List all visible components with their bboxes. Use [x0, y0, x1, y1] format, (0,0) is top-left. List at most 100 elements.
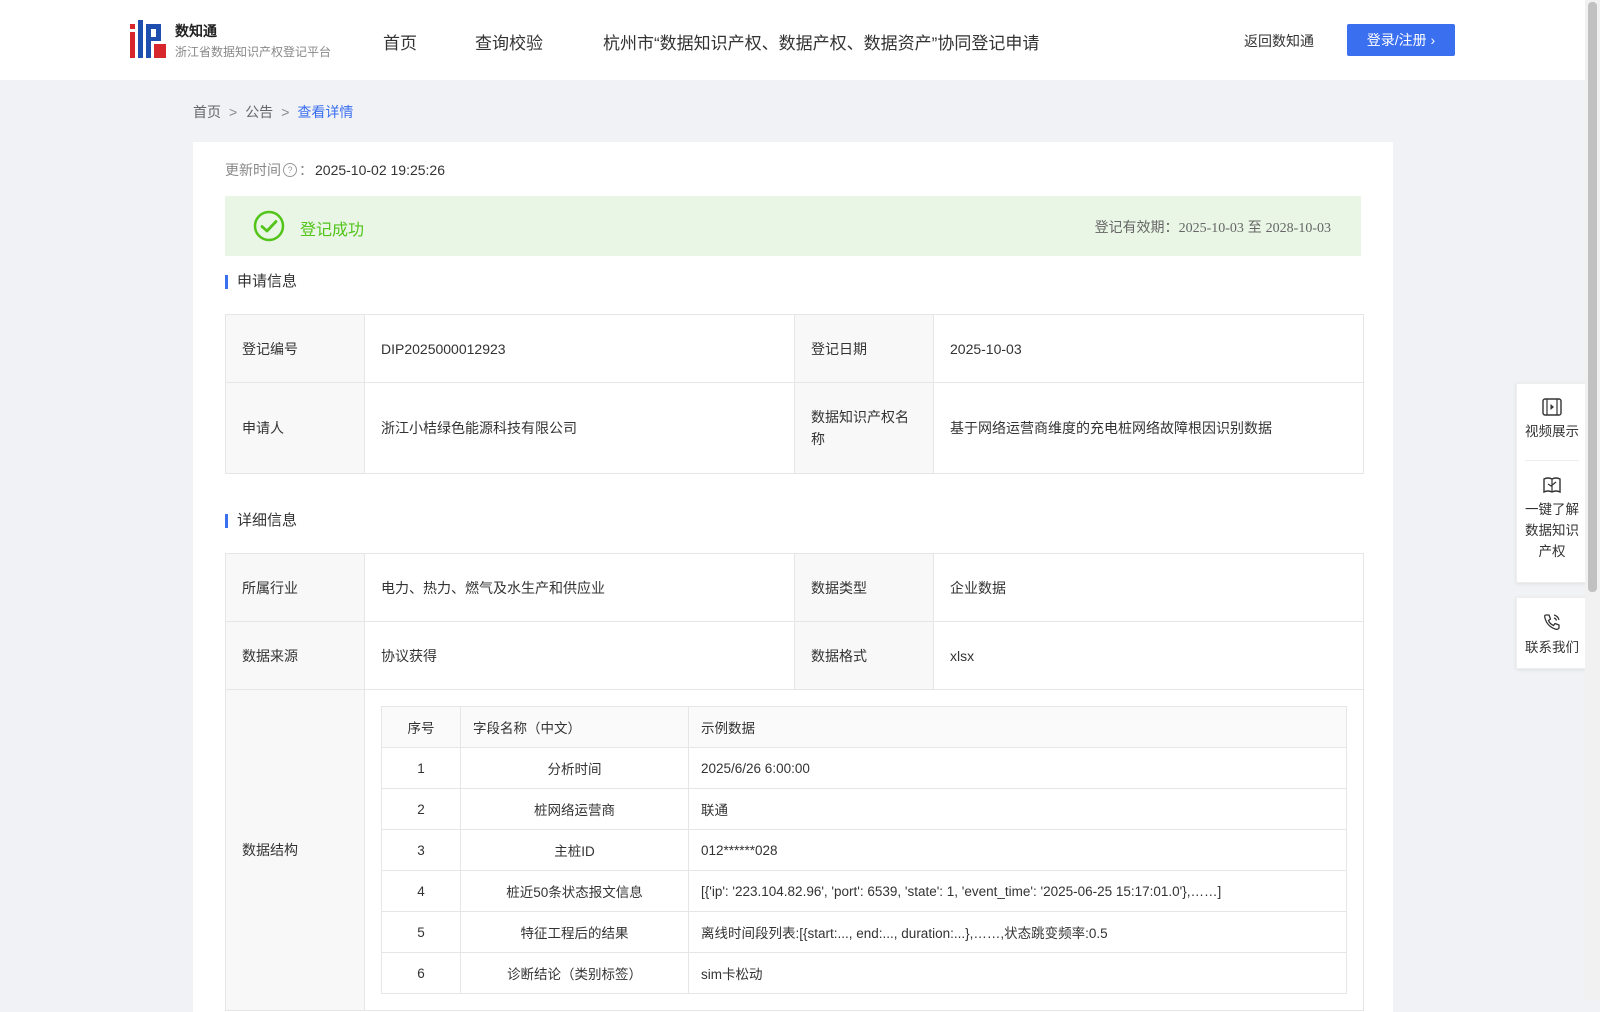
table-row: 1 分析时间 2025/6/26 6:00:00 [381, 747, 1347, 789]
table-row: 5 特征工程后的结果 离线时间段列表:[{start:..., end:...,… [381, 911, 1347, 953]
data-structure-cell: 序号 字段名称（中文） 示例数据 1 分析时间 2025/6/26 6:00:0… [364, 689, 1364, 1011]
row-field-name: 桩近50条状态报文信息 [460, 870, 689, 912]
row-sample: sim卡松动 [688, 952, 1347, 994]
book-icon [1543, 477, 1561, 494]
check-circle-icon [253, 210, 285, 242]
breadcrumb: 首页 > 公告 > 查看详情 [193, 102, 353, 122]
table-row: 4 桩近50条状态报文信息 [{'ip': '223.104.82.96', '… [381, 870, 1347, 912]
row-index: 1 [381, 747, 461, 789]
chevron-right-icon: › [1430, 32, 1436, 48]
validity-period: 登记有效期：2025-10-03 至 2028-10-03 [1095, 217, 1331, 237]
row-index: 2 [381, 788, 461, 830]
column-header-field-name: 字段名称（中文） [460, 706, 689, 748]
update-time-colon: ： [299, 162, 313, 178]
reg-no-value: DIP2025000012923 [364, 314, 795, 383]
row-sample: [{'ip': '223.104.82.96', 'port': 6539, '… [688, 870, 1347, 912]
validity-to: 至 [1247, 219, 1262, 235]
detail-card: 更新时间 ? ： 2025-10-02 19:25:26 登记成功 登记有效期：… [193, 142, 1393, 1012]
learn-label-line: 一键了解 [1525, 502, 1579, 517]
reg-date-label: 登记日期 [794, 314, 934, 383]
nav-query-verify[interactable]: 查询校验 [475, 29, 543, 54]
back-to-shuzhitong-link[interactable]: 返回数知通 [1244, 31, 1314, 51]
ip-name-value: 基于网络运营商维度的充电桩网络故障根因识别数据 [933, 382, 1364, 474]
learn-label-line: 数据知识 [1525, 523, 1579, 538]
breadcrumb-home[interactable]: 首页 [193, 104, 221, 120]
table-row: 6 诊断结论（类别标签） sim卡松动 [381, 952, 1347, 994]
table-row: 数据结构 序号 字段名称（中文） 示例数据 1 分析时间 2025/6/26 6… [225, 689, 1364, 1011]
validity-label: 登记有效期： [1094, 219, 1179, 235]
section-title-detail-info: 详细信息 [225, 513, 297, 528]
data-type-value: 企业数据 [933, 553, 1364, 622]
table-row: 2 桩网络运营商 联通 [381, 788, 1347, 830]
breadcrumb-separator: > [281, 104, 290, 120]
status-text: 登记成功 [300, 222, 365, 239]
breadcrumb-separator: > [229, 104, 238, 120]
table-row: 数据来源 协议获得 数据格式 xlsx [225, 621, 1364, 690]
ip-name-label: 数据知识产权名称 [794, 382, 934, 474]
video-play-icon [1542, 398, 1562, 416]
nav-home[interactable]: 首页 [383, 29, 417, 54]
data-format-value: xlsx [933, 621, 1364, 690]
vertical-scrollbar[interactable] [1585, 0, 1600, 1000]
update-time: 更新时间 ? ： 2025-10-02 19:25:26 [225, 160, 445, 180]
registration-status-banner: 登记成功 登记有效期：2025-10-03 至 2028-10-03 [225, 196, 1361, 256]
row-index: 5 [381, 911, 461, 953]
column-header-index: 序号 [381, 706, 461, 748]
row-field-name: 特征工程后的结果 [460, 911, 689, 953]
industry-value: 电力、热力、燃气及水生产和供应业 [364, 553, 795, 622]
contact-us-label: 联系我们 [1525, 640, 1579, 655]
table-row: 3 主桩ID 012******028 [381, 829, 1347, 871]
data-type-label: 数据类型 [794, 553, 934, 622]
breadcrumb-current: 查看详情 [297, 104, 354, 120]
row-sample: 离线时间段列表:[{start:..., end:..., duration:.… [688, 911, 1347, 953]
apply-info-table: 登记编号 DIP2025000012923 登记日期 2025-10-03 申请… [225, 314, 1364, 474]
row-field-name: 桩网络运营商 [460, 788, 689, 830]
data-structure-label: 数据结构 [225, 689, 365, 1011]
brand-subtitle: 浙江省数据知识产权登记平台 [175, 45, 332, 59]
validity-end: 2028-10-03 [1265, 221, 1331, 236]
breadcrumb-notice[interactable]: 公告 [245, 104, 273, 120]
applicant-label: 申请人 [225, 382, 365, 474]
table-row: 所属行业 电力、热力、燃气及水生产和供应业 数据类型 企业数据 [225, 553, 1364, 622]
row-sample: 联通 [688, 788, 1347, 830]
learn-label-line: 产权 [1538, 544, 1566, 559]
row-field-name: 主桩ID [460, 829, 689, 871]
help-question-icon[interactable]: ? [283, 163, 297, 177]
data-source-label: 数据来源 [225, 621, 365, 690]
industry-label: 所属行业 [225, 553, 365, 622]
login-register-label: 登录/注册 [1366, 32, 1427, 48]
side-float-panel: 视频展示 一键了解 数据知识 产权 [1516, 383, 1588, 583]
section-title-apply-info: 申请信息 [225, 274, 297, 289]
contact-us-button[interactable]: 联系我们 [1517, 598, 1587, 656]
row-field-name: 诊断结论（类别标签） [460, 952, 689, 994]
table-row: 登记编号 DIP2025000012923 登记日期 2025-10-03 [225, 314, 1364, 383]
data-source-value: 协议获得 [364, 621, 795, 690]
row-sample: 2025/6/26 6:00:00 [688, 747, 1347, 789]
learn-data-ip-button[interactable]: 一键了解 数据知识 产权 [1517, 461, 1587, 562]
platform-logo-icon[interactable] [130, 20, 166, 58]
detail-info-table: 所属行业 电力、热力、燃气及水生产和供应业 数据类型 企业数据 数据来源 协议获… [225, 553, 1364, 1011]
nav-hangzhou-registration[interactable]: 杭州市“数据知识产权、数据产权、数据资产”协同登记申请 [603, 29, 1039, 54]
row-field-name: 分析时间 [460, 747, 689, 789]
row-index: 4 [381, 870, 461, 912]
scrollbar-thumb[interactable] [1588, 2, 1597, 592]
video-showcase-button[interactable]: 视频展示 [1525, 384, 1579, 461]
reg-date-value: 2025-10-03 [933, 314, 1364, 383]
row-index: 6 [381, 952, 461, 994]
update-time-value: 2025-10-02 19:25:26 [315, 162, 445, 178]
update-time-label: 更新时间 [225, 162, 281, 178]
contact-panel: 联系我们 [1516, 597, 1588, 669]
row-index: 3 [381, 829, 461, 871]
row-sample: 012******028 [688, 829, 1347, 871]
validity-start: 2025-10-03 [1178, 221, 1244, 236]
phone-icon [1544, 614, 1560, 630]
data-format-label: 数据格式 [794, 621, 934, 690]
video-showcase-label: 视频展示 [1525, 424, 1579, 439]
brand-name: 数知通 [175, 23, 217, 39]
top-header: 数知通 浙江省数据知识产权登记平台 首页 查询校验 杭州市“数据知识产权、数据产… [0, 0, 1585, 80]
applicant-value: 浙江小桔绿色能源科技有限公司 [364, 382, 795, 474]
reg-no-label: 登记编号 [225, 314, 365, 383]
table-row: 申请人 浙江小桔绿色能源科技有限公司 数据知识产权名称 基于网络运营商维度的充电… [225, 382, 1364, 474]
data-structure-table: 序号 字段名称（中文） 示例数据 1 分析时间 2025/6/26 6:00:0… [381, 706, 1347, 994]
login-register-button[interactable]: 登录/注册 › [1347, 24, 1455, 56]
